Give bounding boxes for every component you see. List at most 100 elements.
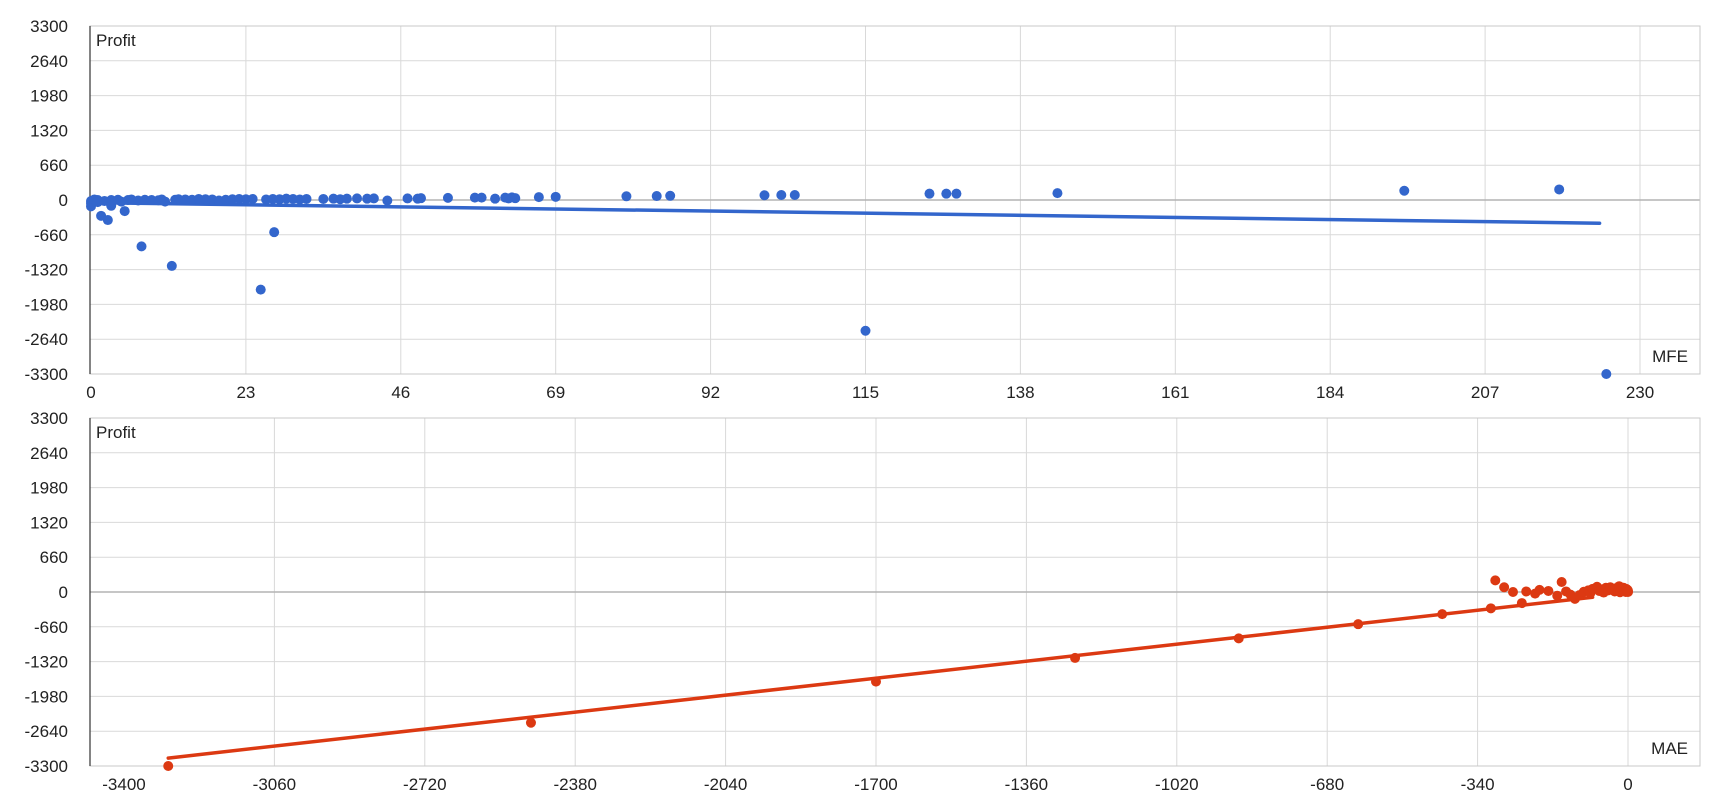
y-tick-label: -1320 — [25, 653, 68, 672]
y-axis-title: Profit — [96, 31, 136, 50]
data-point — [442, 192, 453, 203]
data-point — [651, 191, 662, 202]
x-tick-label: -1360 — [1005, 775, 1048, 794]
x-tick-label: 0 — [1623, 775, 1632, 794]
x-tick-label: 23 — [236, 383, 255, 400]
data-point — [341, 193, 352, 204]
x-tick-label: 184 — [1316, 383, 1344, 400]
data-point — [1601, 369, 1612, 379]
y-tick-label: 660 — [40, 156, 68, 175]
mfe-chart: 0 23 46 69 92 115 138 161 184 207 230 3300 2640 1980 1… — [25, 17, 1701, 400]
data-point — [163, 761, 174, 771]
data-point — [416, 193, 427, 204]
data-point — [402, 193, 413, 204]
trend-line — [89, 200, 1602, 225]
y-tick-label: 660 — [40, 548, 68, 567]
data-point — [382, 195, 393, 206]
data-point — [255, 284, 266, 295]
y-tick-label: 1980 — [30, 479, 68, 498]
data-point — [1623, 587, 1633, 597]
data-point — [759, 190, 770, 201]
data-point — [1070, 652, 1081, 663]
data-point — [510, 193, 521, 204]
data-point — [941, 188, 952, 199]
data-point — [789, 189, 800, 200]
data-point — [1399, 185, 1410, 196]
x-tick-label: -680 — [1310, 775, 1344, 794]
y-tick-label: 2640 — [30, 52, 68, 71]
data-point — [136, 241, 147, 252]
data-point — [1516, 598, 1527, 609]
data-point — [871, 676, 881, 687]
data-point — [301, 193, 312, 204]
x-tick-label: 115 — [852, 383, 879, 400]
data-point — [776, 189, 787, 200]
data-point — [951, 188, 962, 199]
data-point — [924, 188, 935, 199]
x-tick-label: 0 — [86, 383, 95, 400]
trend-line — [166, 595, 1595, 760]
x-tick-label: -340 — [1461, 775, 1495, 794]
data-point — [160, 196, 171, 207]
data-point — [860, 325, 871, 336]
x-tick-label: -2380 — [553, 775, 596, 794]
y-tick-label: 2640 — [30, 444, 68, 463]
y-tick-label: 0 — [59, 191, 68, 210]
data-point — [166, 260, 177, 271]
data-point — [1556, 576, 1567, 587]
y-tick-label: -660 — [34, 226, 68, 245]
x-tick-label: -1020 — [1155, 775, 1198, 794]
data-point — [550, 191, 561, 202]
y-tick-label: 1320 — [30, 121, 68, 140]
data-point — [247, 193, 258, 204]
y-tick-label: -1320 — [25, 261, 68, 280]
data-point — [368, 193, 379, 204]
data-point — [1437, 609, 1448, 620]
x-axis-title: MAE — [1651, 739, 1688, 758]
data-point — [1353, 619, 1364, 630]
x-tick-label: -1700 — [854, 775, 897, 794]
y-tick-label: -660 — [34, 618, 68, 637]
data-point — [102, 215, 113, 226]
x-tick-label: -3400 — [102, 775, 145, 794]
x-tick-label: 138 — [1006, 383, 1034, 400]
y-tick-label: 1980 — [30, 87, 68, 106]
y-tick-label: 3300 — [30, 409, 68, 428]
data-point — [665, 190, 676, 201]
data-point — [1507, 587, 1518, 597]
y-tick-label: -3300 — [25, 757, 68, 776]
x-tick-label: 46 — [391, 383, 410, 400]
y-tick-label: 0 — [59, 583, 68, 602]
data-point — [1543, 585, 1554, 596]
data-point — [525, 717, 536, 728]
data-point — [1485, 603, 1496, 614]
y-axis-title: Profit — [96, 423, 136, 442]
data-point — [621, 191, 632, 202]
x-axis-title: MFE — [1652, 347, 1688, 366]
y-tick-label: -1980 — [25, 687, 68, 706]
y-tick-label: -2640 — [25, 330, 68, 349]
data-point — [490, 193, 501, 204]
y-tick-label: -3300 — [25, 365, 68, 384]
data-point — [1499, 582, 1510, 593]
data-point — [1521, 586, 1532, 597]
x-tick-label: 207 — [1471, 383, 1499, 400]
data-point — [1552, 590, 1563, 601]
y-tick-label: 3300 — [30, 17, 68, 36]
x-tick-label: 92 — [701, 383, 720, 400]
data-point — [1554, 184, 1565, 195]
y-tick-label: -2640 — [25, 722, 68, 741]
data-point — [318, 193, 329, 204]
data-point — [1052, 188, 1063, 199]
x-tick-label: 161 — [1161, 383, 1189, 400]
y-tick-label: 1320 — [30, 513, 68, 532]
data-point — [119, 206, 130, 217]
x-tick-label: 69 — [546, 383, 565, 400]
data-point — [533, 192, 544, 203]
x-tick-label: 230 — [1626, 383, 1654, 400]
data-point — [1534, 584, 1545, 595]
x-tick-label: -2040 — [704, 775, 747, 794]
chart-canvas: 0 23 46 69 92 115 138 161 184 207 230 3300 2640 1980 1… — [0, 0, 1720, 800]
x-tick-label: -2720 — [403, 775, 446, 794]
x-tick-label: -3060 — [253, 775, 296, 794]
